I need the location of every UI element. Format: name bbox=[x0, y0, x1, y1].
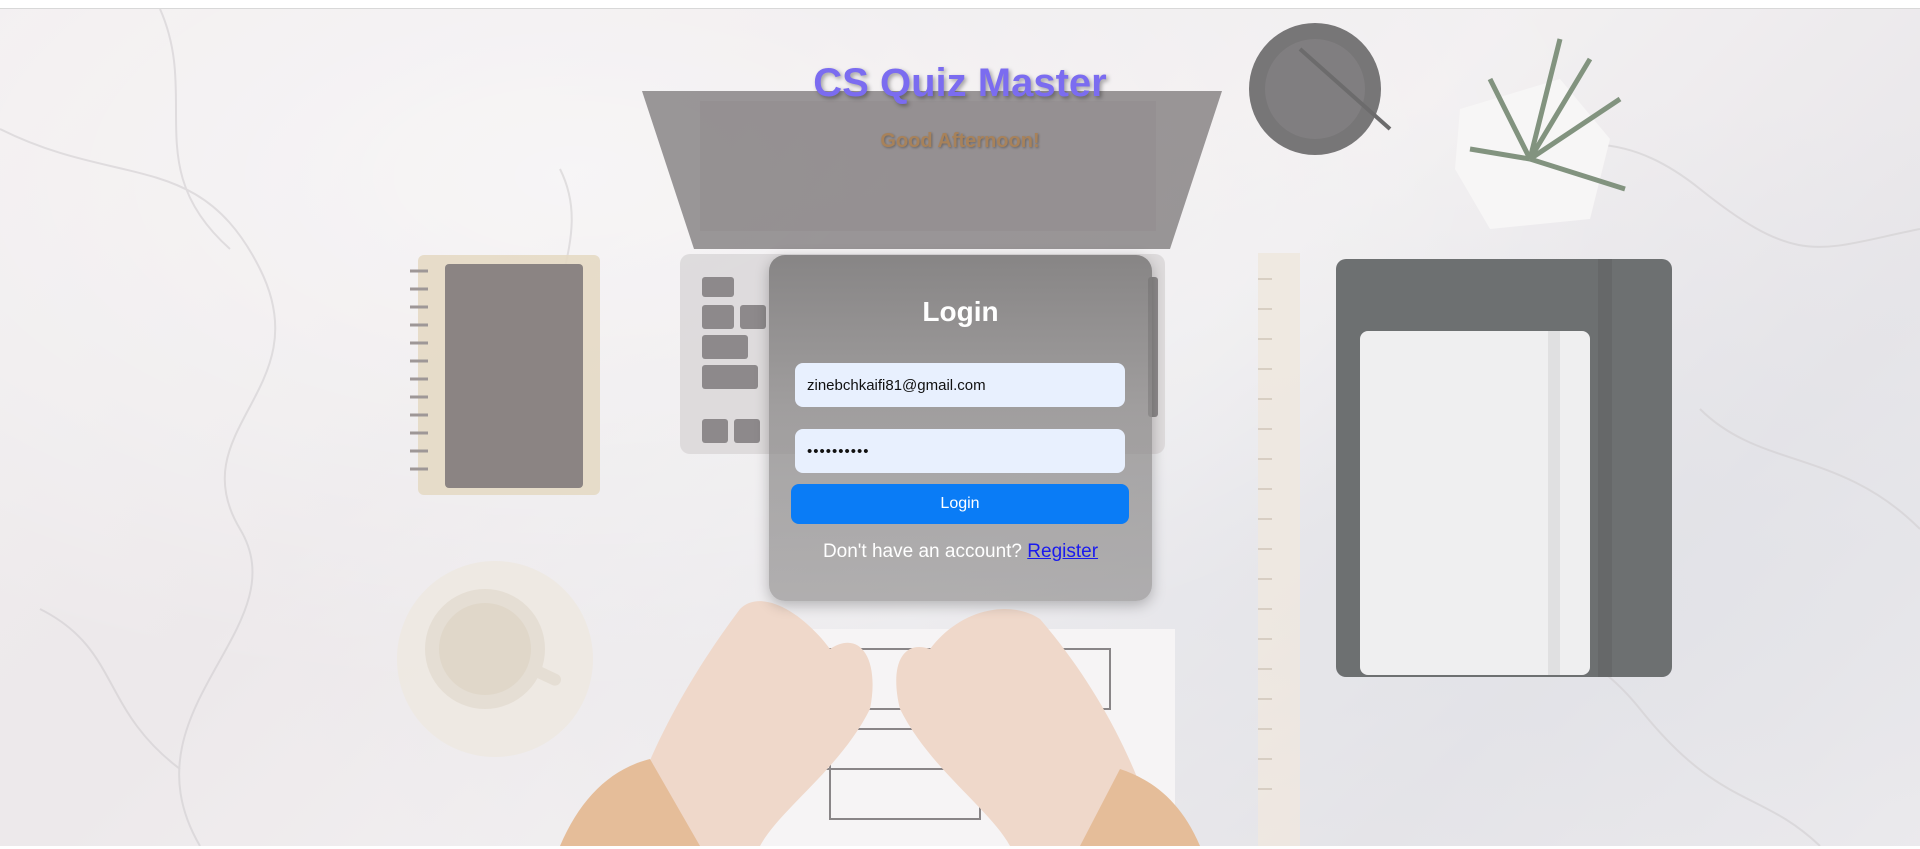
browser-top-edge bbox=[0, 0, 1920, 9]
register-prompt-line: Don't have an account? Register bbox=[769, 540, 1152, 564]
app-title: CS Quiz Master bbox=[813, 61, 1107, 105]
register-prompt-text: Don't have an account? bbox=[822, 541, 1022, 562]
page-header: CS Quiz Master Good Afternoon! bbox=[0, 59, 1920, 153]
login-heading: Login bbox=[922, 296, 999, 327]
login-button[interactable]: Login bbox=[791, 484, 1129, 524]
email-input[interactable] bbox=[795, 363, 1125, 407]
login-card: Login Login Don't have an account? Regis… bbox=[769, 255, 1152, 601]
password-input[interactable] bbox=[795, 429, 1125, 473]
greeting-text: Good Afternoon! bbox=[880, 130, 1040, 152]
register-link[interactable]: Register bbox=[1027, 541, 1098, 562]
